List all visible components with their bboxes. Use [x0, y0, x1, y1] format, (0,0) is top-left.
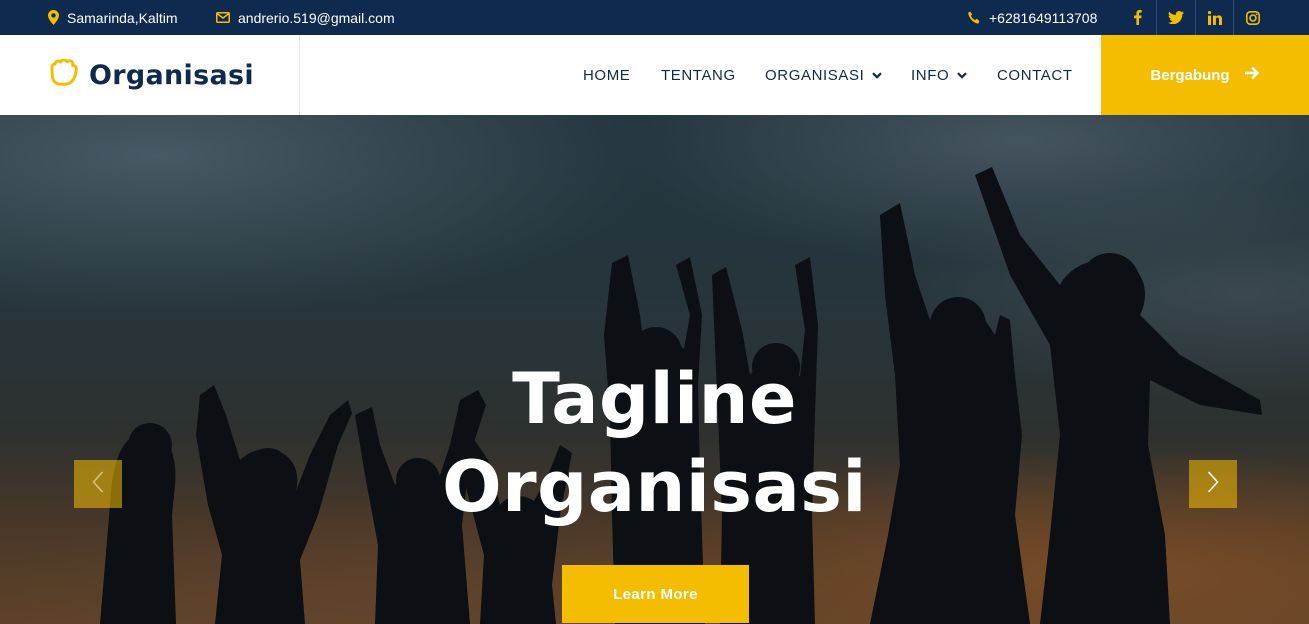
hero-title-line1: Tagline [512, 358, 797, 440]
glove-icon [48, 58, 81, 92]
linkedin-icon[interactable] [1195, 0, 1234, 35]
instagram-icon[interactable] [1233, 0, 1272, 35]
nav-organisasi[interactable]: ORGANISASI [765, 35, 883, 115]
top-info-bar: Samarinda,Kaltim andrerio.519@gmail.com … [0, 0, 1309, 35]
phone-info[interactable]: +6281649113708 [967, 0, 1097, 35]
bergabung-label: Bergabung [1150, 66, 1230, 84]
twitter-icon[interactable] [1156, 0, 1195, 35]
facebook-icon[interactable] [1118, 0, 1157, 35]
map-pin-icon [48, 10, 59, 25]
slider-prev-button[interactable] [74, 460, 122, 508]
nav-home[interactable]: HOME [583, 35, 630, 115]
email-info[interactable]: andrerio.519@gmail.com [216, 0, 395, 35]
brand-name: Organisasi [89, 59, 254, 91]
nav-contact-label: CONTACT [997, 66, 1073, 84]
nav-info[interactable]: INFO [911, 35, 968, 115]
envelope-icon [216, 12, 230, 23]
learn-more-button[interactable]: Learn More [562, 565, 749, 623]
location-text: Samarinda,Kaltim [67, 9, 178, 26]
arrow-right-icon [1244, 66, 1260, 84]
chevron-down-icon [957, 71, 968, 79]
nav-contact[interactable]: CONTACT [997, 35, 1073, 115]
nav-info-label: INFO [911, 66, 950, 84]
hero-slider: Tagline Organisasi Learn More [0, 115, 1309, 624]
hero-title-line2: Organisasi [442, 446, 867, 528]
chevron-down-icon [872, 71, 883, 79]
phone-icon [967, 11, 981, 25]
nav-tentang-label: TENTANG [661, 66, 736, 84]
phone-text[interactable]: +6281649113708 [989, 10, 1097, 26]
nav-tentang[interactable]: TENTANG [661, 35, 736, 115]
email-text[interactable]: andrerio.519@gmail.com [238, 10, 395, 26]
chevron-right-icon [1207, 470, 1219, 498]
main-navbar: Organisasi HOME TENTANG ORGANISASI INFO … [0, 35, 1309, 115]
nav-organisasi-label: ORGANISASI [765, 66, 865, 84]
brand-logo[interactable]: Organisasi [0, 35, 300, 115]
hero-title: Tagline Organisasi [0, 355, 1309, 531]
bergabung-button[interactable]: Bergabung [1101, 35, 1309, 115]
nav-home-label: HOME [583, 66, 631, 84]
location-info: Samarinda,Kaltim [48, 0, 178, 35]
slider-next-button[interactable] [1189, 460, 1237, 508]
chevron-left-icon [92, 470, 104, 498]
